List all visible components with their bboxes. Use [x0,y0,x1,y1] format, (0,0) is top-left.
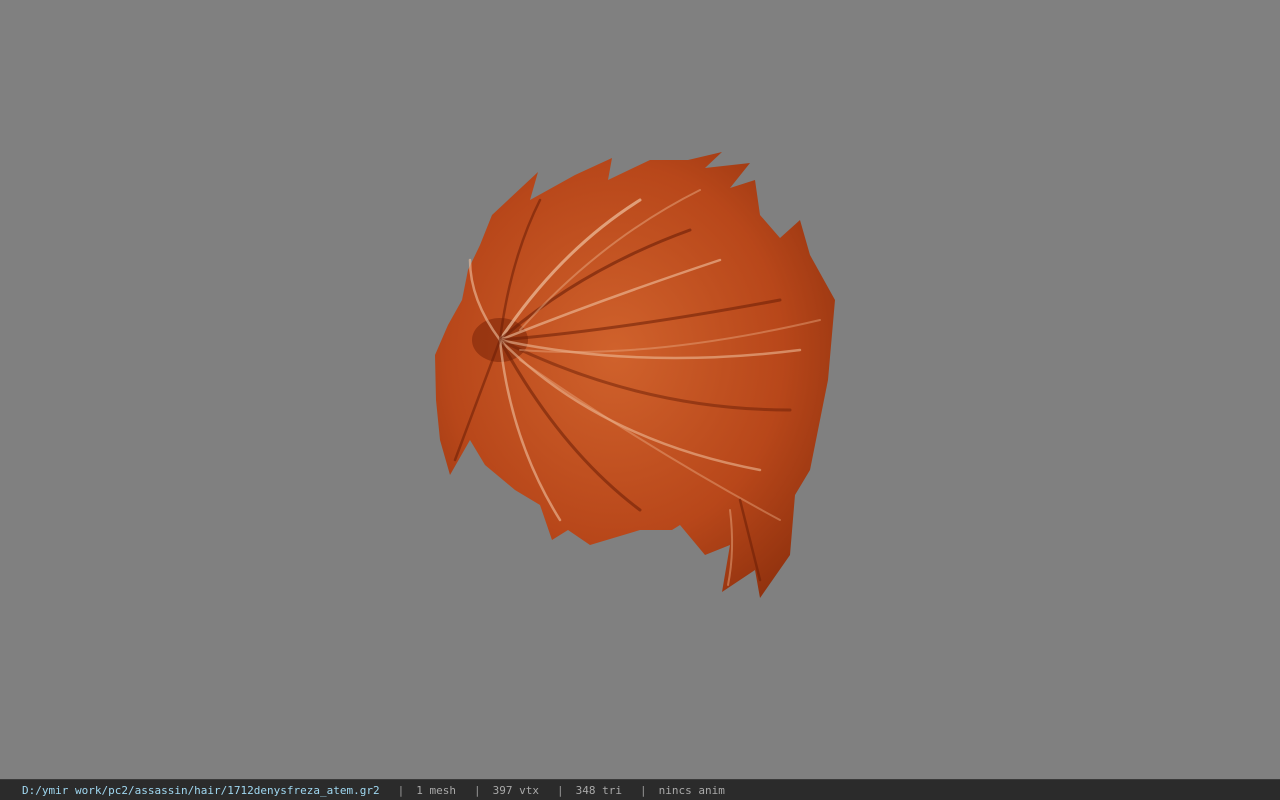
separator: | [639,783,647,797]
vertex-count: 397 vtx [492,783,539,797]
3d-viewport[interactable] [0,0,1280,779]
hair-silhouette [435,152,835,598]
separator: | [556,783,564,797]
separator: | [474,783,481,797]
mesh-count: 1 mesh [416,783,456,797]
separator: | [397,783,405,797]
animation-status: nincs anim [658,783,725,797]
triangle-count: 348 tri [575,783,622,797]
file-path: D:/ymir work/pc2/assassin/hair/1712denys… [22,783,380,797]
status-bar: D:/ymir work/pc2/assassin/hair/1712denys… [0,779,1280,800]
hair-mesh-model [435,152,835,598]
